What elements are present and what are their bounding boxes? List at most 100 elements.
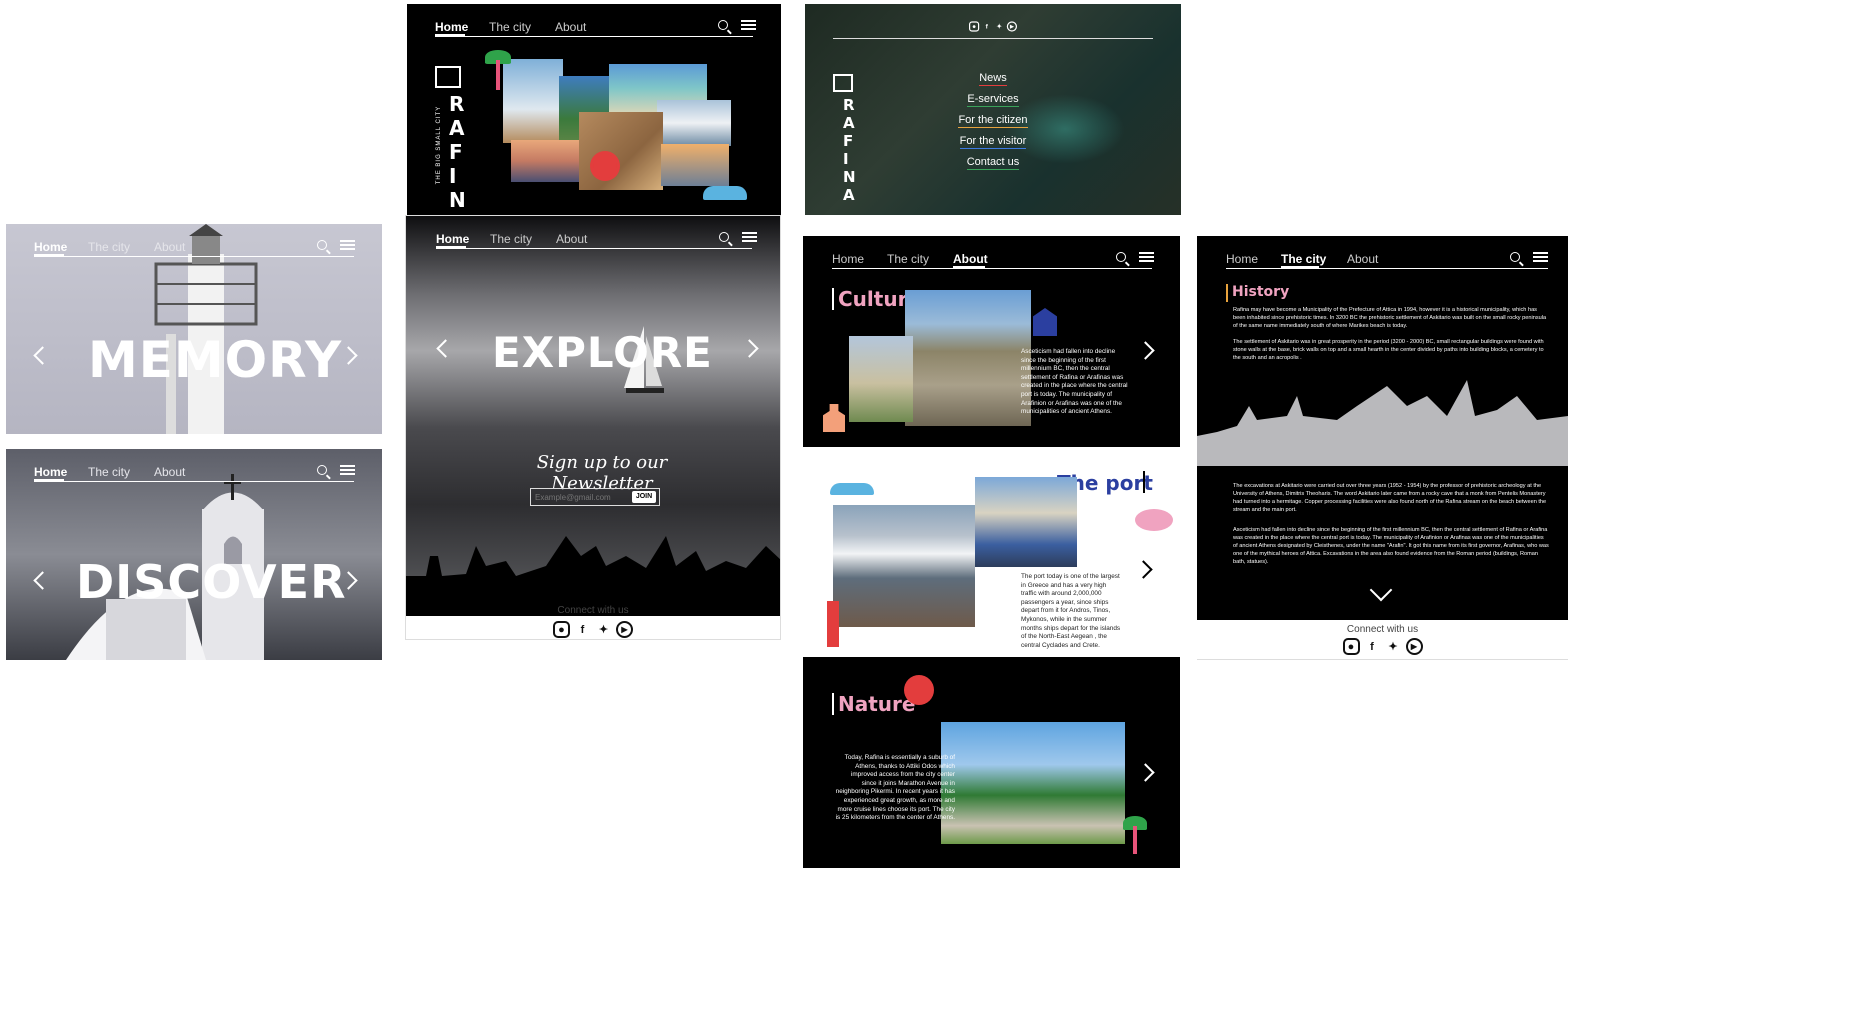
history-title-bar xyxy=(1226,284,1228,302)
nav-about[interactable]: About xyxy=(154,465,185,479)
hamburger-menu-icon[interactable] xyxy=(741,20,756,31)
search-icon[interactable] xyxy=(718,20,728,30)
nav-the-city[interactable]: The city xyxy=(1281,252,1326,266)
nav-rule xyxy=(832,268,1152,269)
about-page: Home The city About Culture Asceticism h… xyxy=(803,236,1180,868)
search-icon[interactable] xyxy=(719,232,729,242)
menu-item-label: For the visitor xyxy=(959,135,1027,149)
nav-the-city[interactable]: The city xyxy=(88,240,130,254)
menu-list: News E-services For the citizen For the … xyxy=(925,68,1061,173)
explore-slide: Home The city About EXPLORE Sign up to o… xyxy=(405,215,781,640)
nav-home[interactable]: Home xyxy=(435,20,468,34)
memory-title: MEMORY xyxy=(88,331,343,389)
search-icon[interactable] xyxy=(317,240,327,250)
logo-wordmark: RAFINA xyxy=(449,92,466,215)
boats-photo xyxy=(657,100,731,146)
email-input[interactable] xyxy=(535,490,625,504)
flower-icon xyxy=(907,678,931,702)
nav-rule xyxy=(436,248,752,249)
youtube-icon[interactable]: ▶ xyxy=(616,621,633,638)
youtube-icon[interactable]: ▶ xyxy=(1006,21,1017,32)
nav-about[interactable]: About xyxy=(154,240,185,254)
palm-tree-icon xyxy=(483,48,513,90)
twitter-icon[interactable]: ✦ xyxy=(994,21,1004,31)
discover-title: DISCOVER xyxy=(76,555,347,609)
menu-item-contact-us[interactable]: Contact us xyxy=(925,152,1061,173)
next-arrow-icon[interactable] xyxy=(1134,560,1153,579)
next-arrow-icon[interactable] xyxy=(1136,763,1155,782)
youtube-icon[interactable]: ▶ xyxy=(1405,638,1423,655)
memory-slide: Home The city About MEMORY xyxy=(6,224,382,434)
menu-item-label: News xyxy=(979,72,1007,86)
twitter-icon[interactable]: ✦ xyxy=(1385,638,1402,655)
instagram-icon[interactable]: ● xyxy=(553,621,570,638)
twitter-icon[interactable]: ✦ xyxy=(595,621,612,638)
hero-collage: Home The city About THE BIG SMALL CITY R… xyxy=(407,4,781,215)
rafina-logo: THE BIG SMALL CITY RAFINA xyxy=(433,66,467,215)
logo-emblem-icon xyxy=(833,74,853,92)
facebook-icon[interactable]: f xyxy=(1364,638,1381,655)
history-paragraph-4: Asceticism had fallen into decline since… xyxy=(1233,527,1549,565)
nav-about[interactable]: About xyxy=(953,252,988,266)
logo-emblem-icon xyxy=(435,66,461,88)
menu-item-label: E-services xyxy=(967,93,1019,107)
hamburger-menu-icon[interactable] xyxy=(1139,252,1154,263)
facebook-icon[interactable]: f xyxy=(574,621,591,638)
nav-home[interactable]: Home xyxy=(1226,252,1258,266)
menu-item-label: For the citizen xyxy=(958,114,1028,128)
town-silhouette xyxy=(1197,380,1568,466)
hamburger-menu-icon[interactable] xyxy=(1533,252,1548,263)
hamburger-menu-icon[interactable] xyxy=(340,465,355,476)
nature-title: Nature xyxy=(838,692,916,716)
logo-tagline: THE BIG SMALL CITY xyxy=(436,105,442,185)
nav-the-city[interactable]: The city xyxy=(88,465,130,479)
house-icon xyxy=(1033,308,1057,336)
menu-item-e-services[interactable]: E-services xyxy=(925,89,1061,110)
search-icon[interactable] xyxy=(1510,252,1520,262)
scroll-down-chevron-icon[interactable] xyxy=(1369,578,1393,602)
nav-home[interactable]: Home xyxy=(34,465,67,479)
rafina-logo: RAFINA xyxy=(831,74,865,204)
hamburger-menu-icon[interactable] xyxy=(742,232,757,243)
culture-ruins-photo xyxy=(905,290,1031,426)
menu-item-for-the-citizen[interactable]: For the citizen xyxy=(925,110,1061,131)
search-icon[interactable] xyxy=(317,465,327,475)
next-arrow-icon[interactable] xyxy=(1136,341,1155,360)
instagram-icon[interactable]: ● xyxy=(969,21,980,32)
menu-rule xyxy=(833,38,1153,39)
search-icon[interactable] xyxy=(1116,252,1126,262)
nav-about[interactable]: About xyxy=(1347,252,1378,266)
menu-item-news[interactable]: News xyxy=(925,68,1061,89)
port-text: The port today is one of the largest in … xyxy=(1021,573,1121,649)
fish-icon xyxy=(1135,509,1173,531)
skyline-silhouette xyxy=(406,536,780,616)
culture-text: Asceticism had fallen into decline since… xyxy=(1021,348,1128,416)
facebook-icon[interactable]: f xyxy=(982,21,992,31)
nav-the-city[interactable]: The city xyxy=(490,232,532,246)
nav-about[interactable]: About xyxy=(556,232,587,246)
explore-title: EXPLORE xyxy=(492,328,713,377)
palm-tree-icon xyxy=(1121,814,1149,854)
nav-the-city[interactable]: The city xyxy=(489,20,531,34)
connect-label: Connect with us xyxy=(557,605,629,616)
nav-rule xyxy=(34,481,354,482)
nav-home[interactable]: Home xyxy=(436,232,469,246)
menu-item-for-the-visitor[interactable]: For the visitor xyxy=(925,131,1061,152)
hamburger-menu-icon[interactable] xyxy=(340,240,355,251)
social-links: ● f ✦ ▶ xyxy=(406,621,780,638)
nav-home[interactable]: Home xyxy=(34,240,67,254)
church-icon xyxy=(823,404,845,432)
nav-about[interactable]: About xyxy=(555,20,586,34)
nav-the-city[interactable]: The city xyxy=(887,252,929,266)
social-links: ● f ✦ ▶ xyxy=(1197,638,1568,655)
nature-title-bar xyxy=(832,693,834,715)
nav-home[interactable]: Home xyxy=(832,252,864,266)
join-button[interactable]: JOIN xyxy=(632,491,656,503)
harbor-sunset-photo xyxy=(661,144,729,186)
instagram-icon[interactable]: ● xyxy=(1342,638,1360,655)
lighthouse-icon xyxy=(827,601,839,647)
flower-icon xyxy=(593,154,617,178)
nav-rule xyxy=(34,256,354,257)
port-harbor-photo xyxy=(975,477,1077,567)
discover-slide: Home The city About DISCOVER xyxy=(6,449,382,660)
